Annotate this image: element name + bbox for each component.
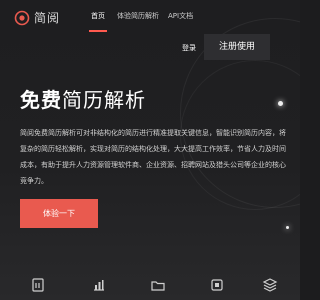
page: 简阅 首页 体验简历解析 API文档 登录 注册使用 免费简历解析 简阅免费简历… bbox=[0, 0, 300, 300]
decorative-glow-dot bbox=[278, 101, 283, 106]
register-button[interactable]: 注册使用 bbox=[204, 34, 270, 60]
hero-title-light: 简历解析 bbox=[62, 88, 146, 112]
chart-bars-icon[interactable] bbox=[91, 277, 107, 293]
decorative-glow-dot bbox=[286, 226, 289, 229]
nav-active-indicator bbox=[89, 30, 107, 32]
folder-icon[interactable] bbox=[150, 277, 166, 293]
logo-text: 简阅 bbox=[34, 11, 61, 25]
try-it-button[interactable]: 体验一下 bbox=[20, 199, 98, 228]
feature-icon-strip bbox=[0, 265, 300, 300]
nav-api-docs[interactable]: API文档 bbox=[168, 11, 193, 21]
hero-title-bold: 免费 bbox=[20, 88, 62, 112]
hero-description: 简阅免费简历解析可对非结构化的简历进行精准提取关键信息，智能识别简历内容，将复杂… bbox=[20, 129, 286, 185]
nav-try-parser[interactable]: 体验简历解析 bbox=[117, 11, 159, 21]
logo-icon bbox=[14, 10, 30, 26]
nav-home[interactable]: 首页 bbox=[91, 11, 105, 21]
top-navigation: 简阅 首页 体验简历解析 API文档 bbox=[0, 0, 300, 36]
stack-icon[interactable] bbox=[262, 277, 278, 293]
logo[interactable]: 简阅 bbox=[14, 9, 60, 26]
document-icon[interactable] bbox=[30, 277, 46, 293]
login-link[interactable]: 登录 bbox=[182, 43, 196, 53]
hero-title: 免费简历解析 bbox=[20, 84, 146, 113]
box-icon[interactable] bbox=[209, 277, 225, 293]
